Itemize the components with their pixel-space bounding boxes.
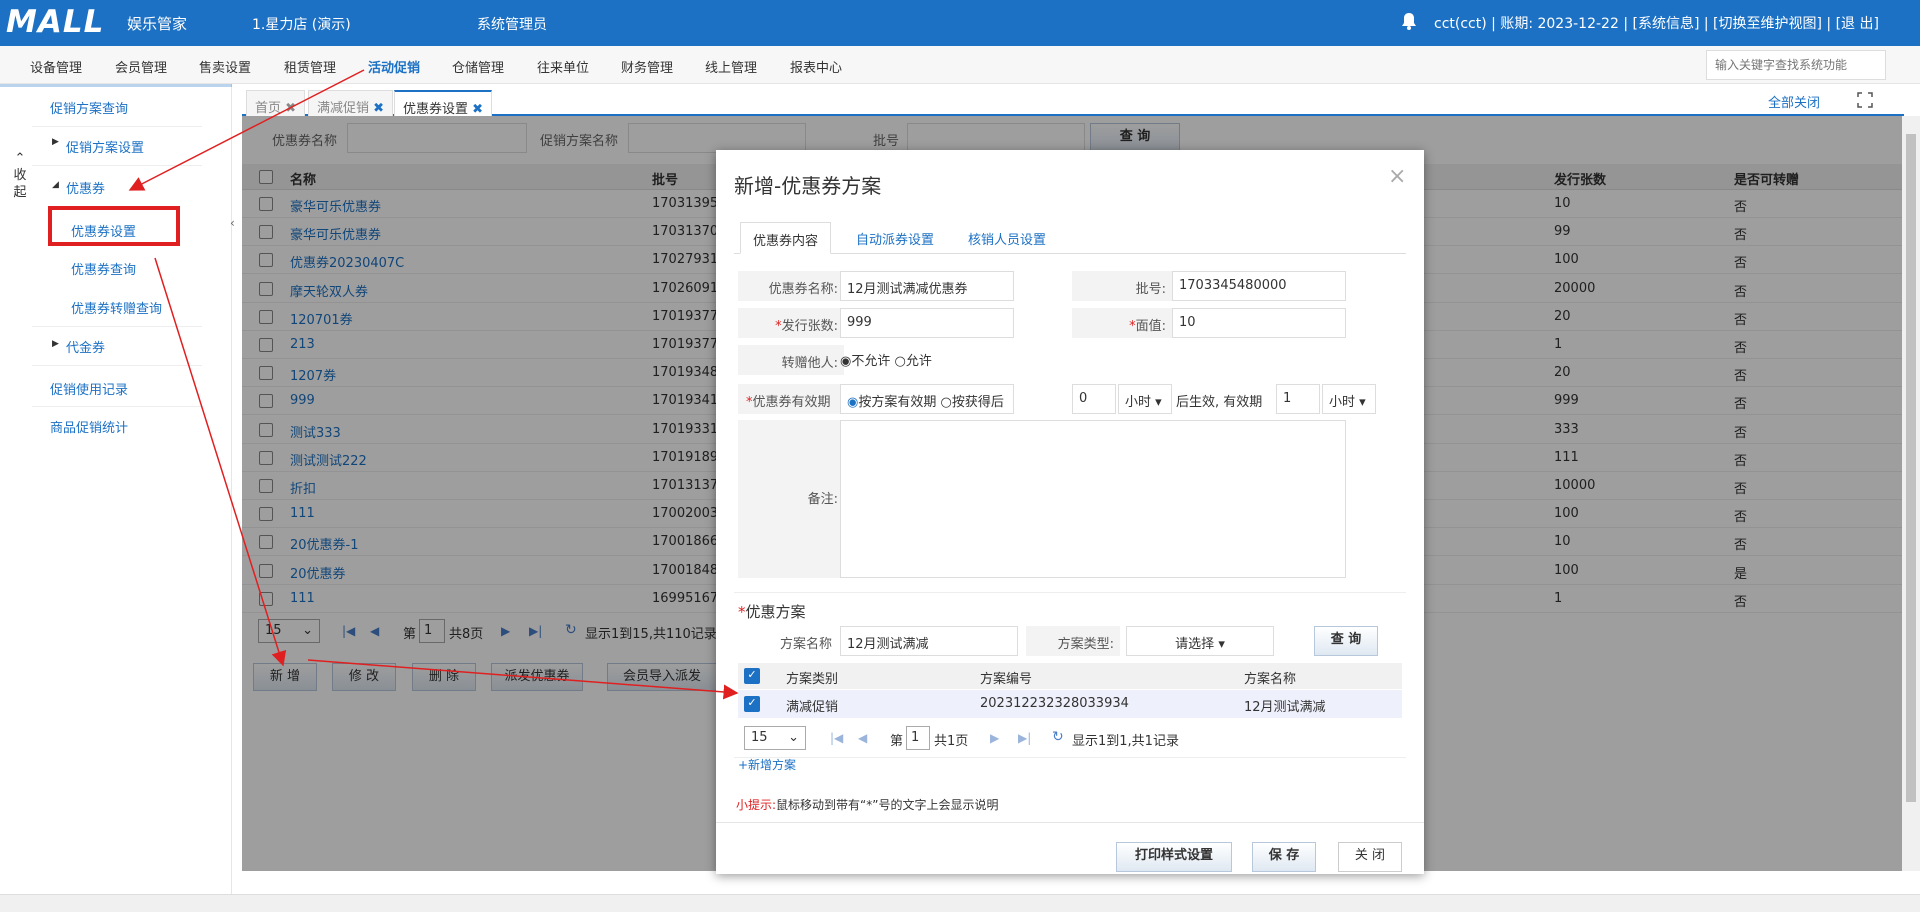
arrow-menu-to-coupon (128, 69, 365, 191)
annotation-arrows (128, 69, 739, 700)
arrow-settings-to-add (154, 257, 287, 667)
arrow-add-to-plan (307, 659, 739, 700)
